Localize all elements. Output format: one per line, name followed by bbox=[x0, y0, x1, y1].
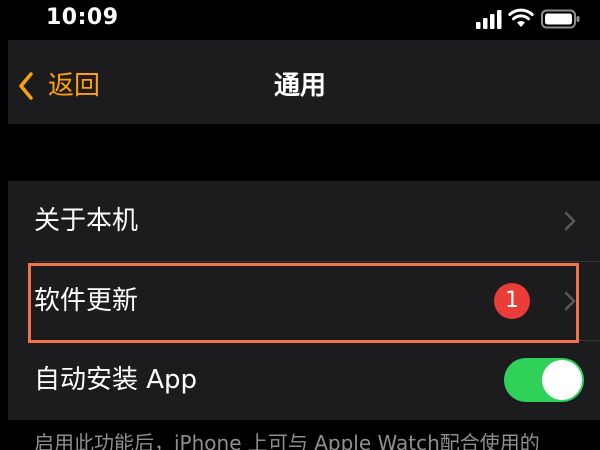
page-title: 通用 bbox=[273, 71, 326, 101]
notification-badge: 1 bbox=[494, 283, 530, 319]
chevron-right-icon bbox=[564, 291, 576, 311]
status-time: 10:09 bbox=[46, 5, 119, 30]
list-item-software-update[interactable]: 软件更新 1 bbox=[8, 261, 600, 341]
auto-install-toggle[interactable] bbox=[504, 358, 584, 402]
battery-icon bbox=[541, 9, 580, 29]
list-item-label: 自动安装 App bbox=[34, 365, 198, 395]
navigation-bar: 返回 通用 bbox=[8, 40, 600, 124]
list-item-label: 关于本机 bbox=[34, 206, 139, 236]
list-item-label: 软件更新 bbox=[34, 286, 139, 316]
settings-list: 关于本机 软件更新 1 自动安装 App bbox=[8, 181, 600, 420]
cellular-signal-icon bbox=[476, 10, 502, 29]
wifi-icon bbox=[508, 8, 534, 27]
chevron-right-icon bbox=[564, 211, 576, 231]
list-item-about[interactable]: 关于本机 bbox=[8, 181, 600, 261]
settings-screen: 10:09 返回 通用 关于本机 软件更新 1 自动安装 App 启用此功能后，… bbox=[0, 0, 600, 450]
status-bar: 10:09 bbox=[0, 0, 600, 40]
list-item-auto-install: 自动安装 App bbox=[8, 340, 600, 420]
toggle-knob bbox=[542, 360, 582, 400]
auto-install-footnote: 启用此功能后，iPhone 上可与 Apple Watch配合使用的 bbox=[34, 431, 540, 450]
